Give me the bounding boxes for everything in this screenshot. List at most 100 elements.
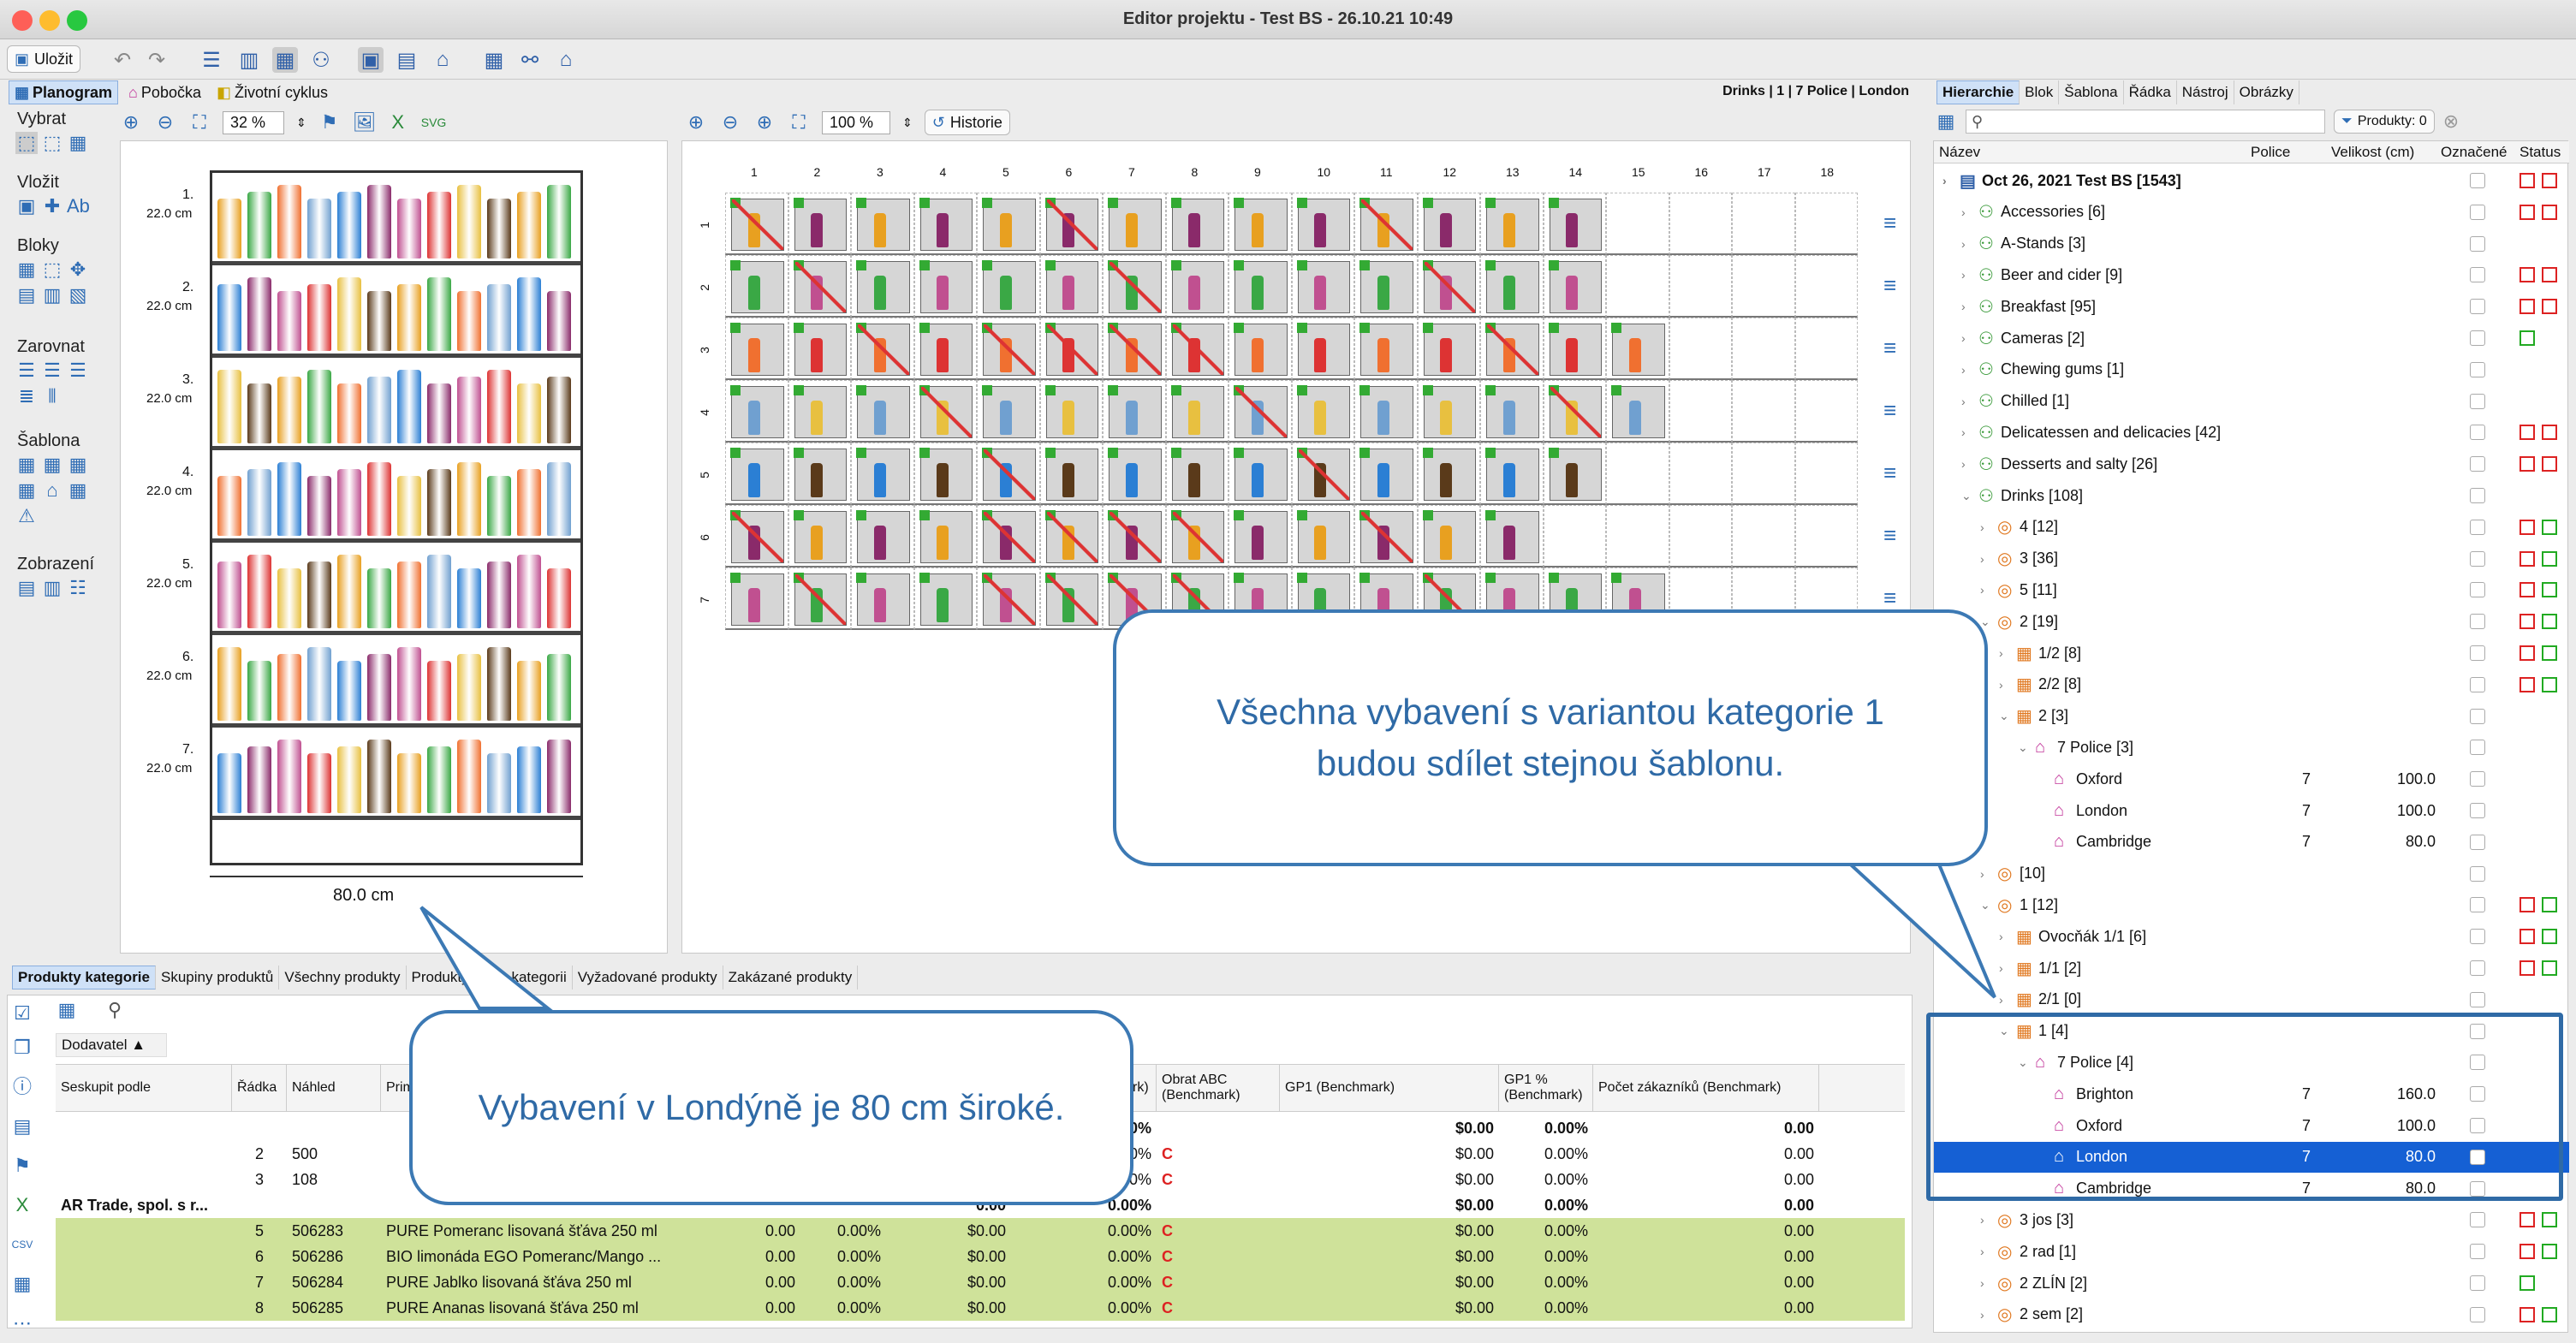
grid-cell[interactable]	[1669, 193, 1732, 255]
block-ungroup-icon[interactable]: ▥	[41, 284, 63, 306]
col-oznacene[interactable]: Označené	[2441, 144, 2508, 161]
product-slot[interactable]	[793, 198, 847, 251]
align-right-icon[interactable]: ☰	[67, 360, 89, 382]
bottom-tab[interactable]: Produkty kategorie	[12, 966, 156, 989]
table-row[interactable]: 6 506286 BIO limonáda EGO Pomeranc/Mango .…	[56, 1244, 1905, 1269]
product-slot[interactable]	[793, 510, 847, 563]
zoom-search-icon[interactable]: ⊕	[753, 111, 776, 134]
product-image[interactable]	[367, 740, 391, 813]
grid-cell[interactable]	[1291, 193, 1354, 255]
shelf-unit[interactable]	[210, 170, 583, 865]
grid-cell[interactable]	[977, 505, 1040, 568]
product-slot[interactable]	[1108, 198, 1162, 251]
product-image[interactable]	[307, 753, 331, 813]
product-slot[interactable]	[982, 385, 1036, 438]
grid-cell[interactable]	[1732, 505, 1795, 568]
product-slot[interactable]	[1548, 198, 1602, 251]
insert-product-icon[interactable]: ✚	[41, 195, 63, 217]
product-slot[interactable]	[919, 510, 973, 563]
product-slot[interactable]	[1234, 260, 1288, 313]
tab-pobocka[interactable]: ⌂ Pobočka	[123, 80, 206, 104]
product-image[interactable]	[277, 740, 301, 813]
tree-row[interactable]: › ◎ 5 [11]	[1934, 574, 2569, 605]
redo-icon[interactable]: ↷	[144, 47, 170, 73]
tree-row[interactable]: › ⚇ Breakfast [95]	[1934, 291, 2569, 322]
product-image[interactable]	[517, 277, 541, 351]
right-tab[interactable]: Šablona	[2059, 80, 2124, 104]
grid-cell[interactable]	[1732, 380, 1795, 443]
grid-cell[interactable]	[913, 193, 977, 255]
grid-cell[interactable]	[1354, 443, 1418, 505]
grid-cell[interactable]	[725, 505, 788, 568]
marked-checkbox[interactable]	[2470, 614, 2485, 630]
product-image[interactable]	[487, 753, 511, 813]
product-image[interactable]	[427, 277, 451, 351]
store-view-icon[interactable]: ⌂	[430, 47, 455, 73]
grid-cell[interactable]	[1229, 443, 1292, 505]
grid-cell[interactable]	[1103, 255, 1166, 318]
product-slot[interactable]	[1548, 260, 1602, 313]
table-row[interactable]: 7 506284 PURE Jablko lisovaná šťáva 250 ml…	[56, 1269, 1905, 1295]
product-image[interactable]	[547, 740, 571, 813]
grid-cell[interactable]	[1480, 193, 1544, 255]
tree-row[interactable]: › ◎ [10]	[1934, 859, 2569, 889]
marked-checkbox[interactable]	[2470, 1275, 2485, 1291]
block-split-icon[interactable]: ⬚	[41, 258, 63, 281]
right-tab[interactable]: Hierarchie	[1936, 80, 2020, 104]
marked-checkbox[interactable]	[2470, 235, 2485, 252]
product-slot[interactable]	[919, 323, 973, 376]
table-column-header[interactable]: Náhled	[287, 1065, 381, 1111]
shelf[interactable]	[212, 450, 580, 543]
product-slot[interactable]	[1044, 198, 1098, 251]
grid-cell[interactable]	[1669, 443, 1732, 505]
grid-cell[interactable]	[1103, 318, 1166, 380]
select-icon[interactable]: ⬚	[15, 132, 38, 154]
block-merge-icon[interactable]: ▧	[67, 284, 89, 306]
expand-chevron-icon[interactable]: ⌄	[1999, 709, 2009, 723]
product-slot[interactable]	[730, 198, 784, 251]
expand-chevron-icon[interactable]: ›	[1999, 646, 2003, 660]
grid-cell[interactable]	[1543, 193, 1606, 255]
align-left-icon[interactable]: ☰	[15, 360, 38, 382]
product-image[interactable]	[307, 562, 331, 628]
marked-checkbox[interactable]	[2470, 330, 2485, 346]
product-slot[interactable]	[1108, 510, 1162, 563]
product-image[interactable]	[547, 462, 571, 536]
csv-icon[interactable]: CSV	[11, 1233, 33, 1256]
grid-cell[interactable]	[788, 443, 851, 505]
product-slot[interactable]	[730, 510, 784, 563]
table-row[interactable]: 8 506285 PURE Ananas lisovaná šťáva 250 ml…	[56, 1295, 1905, 1321]
grid-cell[interactable]	[1480, 318, 1544, 380]
product-slot[interactable]	[982, 448, 1036, 501]
tab-planogram[interactable]: ▦ Planogram	[9, 80, 119, 104]
product-image[interactable]	[457, 291, 481, 351]
tree-row[interactable]: › ▤ Oct 26, 2021 Test BS [1543]	[1934, 165, 2569, 196]
grid-cell[interactable]	[1165, 505, 1229, 568]
grid-cell[interactable]	[1417, 193, 1480, 255]
tree-row[interactable]: ⌄ ▦ 1 [4]	[1934, 1016, 2569, 1047]
table-settings-icon[interactable]: ▦	[1935, 110, 1957, 133]
template-copy-icon[interactable]: ▦	[67, 454, 89, 476]
product-slot[interactable]	[919, 573, 973, 626]
tree-row[interactable]: ⌄ ⌂ 7 Police [4]	[1934, 1047, 2569, 1078]
product-slot[interactable]	[1296, 198, 1350, 251]
zoom-stepper-icon[interactable]: ⇕	[296, 116, 306, 130]
product-slot[interactable]	[1359, 323, 1413, 376]
align-icon[interactable]: ≡	[1883, 272, 1896, 299]
tree-row[interactable]: ⌂ London 7 100.0	[1934, 795, 2569, 826]
grid-cell[interactable]	[1606, 193, 1669, 255]
product-slot[interactable]	[1044, 573, 1098, 626]
product-image[interactable]	[337, 746, 361, 813]
marked-checkbox[interactable]	[2470, 488, 2485, 503]
grid-cell[interactable]	[1229, 318, 1292, 380]
product-slot[interactable]	[856, 198, 910, 251]
grid-cell[interactable]	[851, 255, 914, 318]
product-image[interactable]	[337, 192, 361, 258]
product-image[interactable]	[517, 192, 541, 258]
template-apply-icon[interactable]: ▦	[15, 479, 38, 502]
product-image[interactable]	[457, 462, 481, 536]
product-image[interactable]	[307, 199, 331, 258]
product-slot[interactable]	[982, 198, 1036, 251]
product-slot[interactable]	[1170, 260, 1224, 313]
zoom-out-icon[interactable]: ⊖	[719, 111, 741, 134]
